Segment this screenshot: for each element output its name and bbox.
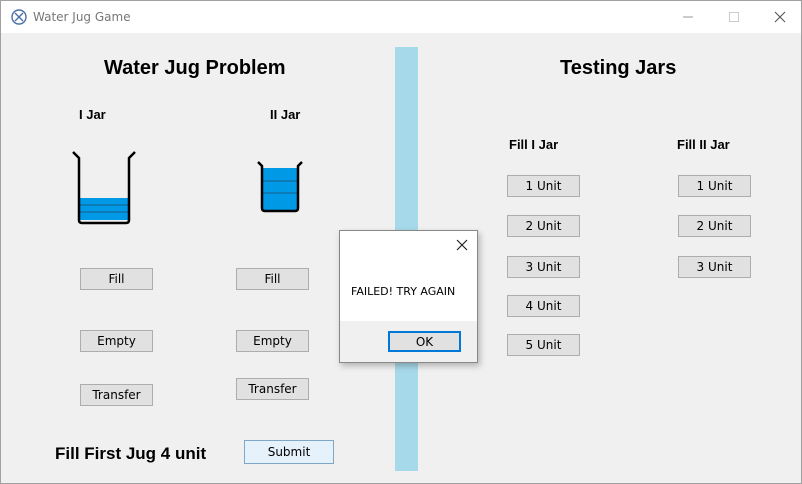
message-dialog: FAILED! TRY AGAIN OK (339, 230, 478, 363)
fill-jar2-3-unit-button[interactable]: 3 Unit (678, 256, 751, 278)
close-button[interactable] (757, 1, 802, 33)
jar1-empty-button[interactable]: Empty (80, 330, 153, 352)
fill-jar1-1-unit-button[interactable]: 1 Unit (507, 175, 580, 197)
app-icon (11, 9, 27, 25)
jar1-label: I Jar (79, 107, 106, 122)
jar2-transfer-button[interactable]: Transfer (236, 378, 309, 400)
left-heading: Water Jug Problem (104, 57, 286, 79)
goal-text: Fill First Jug 4 unit (55, 444, 207, 463)
maximize-button[interactable] (711, 1, 757, 33)
jar1-fill-button[interactable]: Fill (80, 268, 153, 290)
dialog-message: FAILED! TRY AGAIN (351, 285, 456, 298)
ok-button[interactable]: OK (388, 331, 461, 352)
fill-jar2-label: Fill II Jar (677, 137, 730, 152)
title-bar[interactable]: Water Jug Game (1, 1, 801, 33)
submit-button[interactable]: Submit (244, 440, 334, 464)
window-title: Water Jug Game (33, 10, 131, 24)
right-heading: Testing Jars (560, 57, 677, 79)
minimize-button[interactable] (665, 1, 711, 33)
fill-jar2-1-unit-button[interactable]: 1 Unit (678, 175, 751, 197)
jar1-transfer-button[interactable]: Transfer (80, 384, 153, 406)
maximize-icon (729, 12, 739, 22)
fill-jar1-2-unit-button[interactable]: 2 Unit (507, 215, 580, 237)
dialog-close-icon[interactable] (455, 238, 469, 252)
minimize-icon (683, 16, 693, 18)
jar2-graphic (257, 161, 303, 213)
app-window: Water Jug Game Water Jug Problem I Jar I… (0, 0, 802, 484)
jar1-water (79, 198, 129, 220)
dialog-footer: OK (340, 321, 477, 362)
fill-jar2-2-unit-button[interactable]: 2 Unit (678, 215, 751, 237)
jar2-empty-button[interactable]: Empty (236, 330, 309, 352)
fill-jar1-5-unit-button[interactable]: 5 Unit (507, 334, 580, 356)
jar1-graphic (72, 151, 136, 225)
fill-jar1-3-unit-button[interactable]: 3 Unit (507, 256, 580, 278)
jar2-label: II Jar (270, 107, 301, 122)
fill-jar1-label: Fill I Jar (509, 137, 559, 152)
close-icon (774, 11, 786, 23)
jar2-fill-button[interactable]: Fill (236, 268, 309, 290)
fill-jar1-4-unit-button[interactable]: 4 Unit (507, 295, 580, 317)
jar2-water (262, 168, 298, 211)
